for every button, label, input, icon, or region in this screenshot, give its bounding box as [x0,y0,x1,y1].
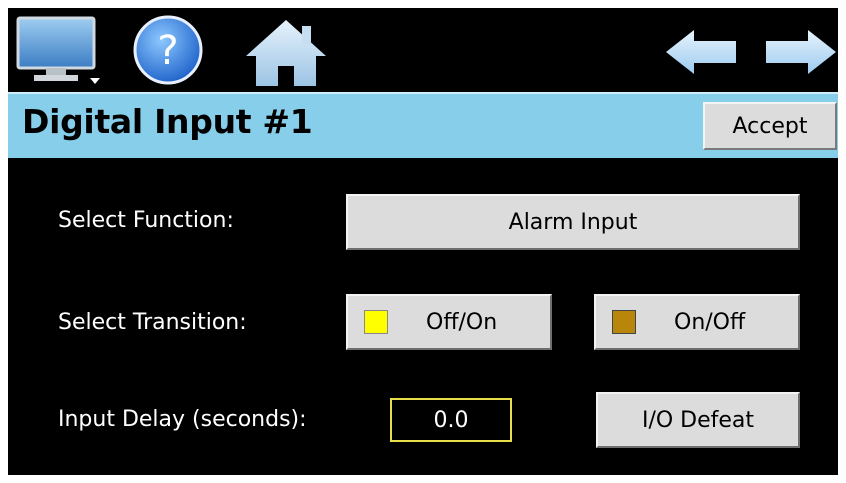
back-arrow-icon[interactable] [664,28,738,76]
help-glyph: ? [157,28,178,74]
accept-button[interactable]: Accept [703,102,837,150]
transition-on-off-button[interactable]: On/Off [594,294,800,350]
touch-screen: ? Digital Input #1 Accept Select Functio… [8,8,838,475]
delay-input[interactable]: 0.0 [390,398,512,442]
on-off-indicator [612,310,636,334]
toolbar: ? [8,8,838,90]
transition-label: Select Transition: [58,310,247,335]
monitor-icon[interactable] [16,16,102,86]
transition-off-on-button[interactable]: Off/On [346,294,552,350]
function-select-button[interactable]: Alarm Input [346,194,800,250]
off-on-indicator [364,310,388,334]
on-off-label: On/Off [674,309,746,335]
help-icon[interactable]: ? [132,14,204,86]
io-defeat-button[interactable]: I/O Defeat [596,392,800,448]
title-bar: Digital Input #1 Accept [8,92,838,158]
forward-arrow-icon[interactable] [764,28,838,76]
off-on-label: Off/On [426,309,498,335]
function-label: Select Function: [58,208,234,233]
delay-label: Input Delay (seconds): [58,407,307,432]
home-icon[interactable] [244,18,328,88]
page-title: Digital Input #1 [22,102,313,141]
